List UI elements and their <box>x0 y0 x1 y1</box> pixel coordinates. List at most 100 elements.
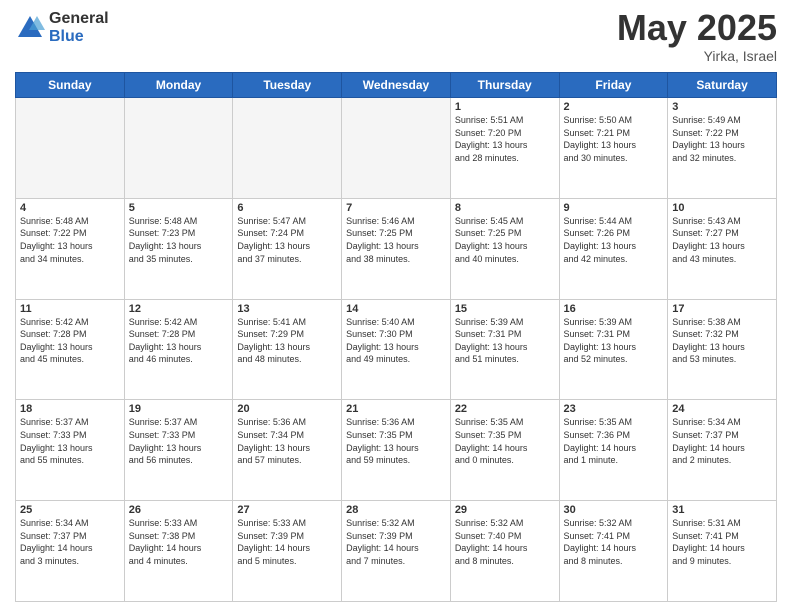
day-info: Sunrise: 5:45 AM Sunset: 7:25 PM Dayligh… <box>455 215 555 265</box>
day-number: 28 <box>346 504 446 516</box>
day-info: Sunrise: 5:34 AM Sunset: 7:37 PM Dayligh… <box>20 517 120 567</box>
calendar-cell: 18Sunrise: 5:37 AM Sunset: 7:33 PM Dayli… <box>16 400 125 501</box>
day-number: 17 <box>672 303 772 315</box>
day-number: 11 <box>20 303 120 315</box>
day-number: 20 <box>237 403 337 415</box>
calendar-week-row: 11Sunrise: 5:42 AM Sunset: 7:28 PM Dayli… <box>16 299 777 400</box>
calendar-cell <box>342 98 451 199</box>
calendar-cell: 2Sunrise: 5:50 AM Sunset: 7:21 PM Daylig… <box>559 98 668 199</box>
day-number: 25 <box>20 504 120 516</box>
day-number: 1 <box>455 101 555 113</box>
day-info: Sunrise: 5:47 AM Sunset: 7:24 PM Dayligh… <box>237 215 337 265</box>
day-header-sunday: Sunday <box>16 73 125 98</box>
calendar-header-row: SundayMondayTuesdayWednesdayThursdayFrid… <box>16 73 777 98</box>
day-number: 10 <box>672 202 772 214</box>
calendar-cell: 26Sunrise: 5:33 AM Sunset: 7:38 PM Dayli… <box>124 501 233 602</box>
day-info: Sunrise: 5:38 AM Sunset: 7:32 PM Dayligh… <box>672 316 772 366</box>
day-info: Sunrise: 5:44 AM Sunset: 7:26 PM Dayligh… <box>564 215 664 265</box>
calendar-cell <box>124 98 233 199</box>
day-number: 27 <box>237 504 337 516</box>
day-number: 7 <box>346 202 446 214</box>
day-number: 6 <box>237 202 337 214</box>
day-info: Sunrise: 5:48 AM Sunset: 7:22 PM Dayligh… <box>20 215 120 265</box>
day-number: 8 <box>455 202 555 214</box>
location: Yirka, Israel <box>617 48 777 64</box>
calendar-cell: 27Sunrise: 5:33 AM Sunset: 7:39 PM Dayli… <box>233 501 342 602</box>
logo-general-text: General <box>49 10 109 28</box>
day-info: Sunrise: 5:42 AM Sunset: 7:28 PM Dayligh… <box>20 316 120 366</box>
day-number: 15 <box>455 303 555 315</box>
day-info: Sunrise: 5:36 AM Sunset: 7:35 PM Dayligh… <box>346 416 446 466</box>
calendar-cell: 7Sunrise: 5:46 AM Sunset: 7:25 PM Daylig… <box>342 198 451 299</box>
calendar-cell: 29Sunrise: 5:32 AM Sunset: 7:40 PM Dayli… <box>450 501 559 602</box>
calendar-cell: 21Sunrise: 5:36 AM Sunset: 7:35 PM Dayli… <box>342 400 451 501</box>
calendar-week-row: 1Sunrise: 5:51 AM Sunset: 7:20 PM Daylig… <box>16 98 777 199</box>
logo-icon <box>15 13 45 43</box>
day-info: Sunrise: 5:42 AM Sunset: 7:28 PM Dayligh… <box>129 316 229 366</box>
day-header-saturday: Saturday <box>668 73 777 98</box>
day-number: 4 <box>20 202 120 214</box>
day-number: 9 <box>564 202 664 214</box>
calendar-week-row: 18Sunrise: 5:37 AM Sunset: 7:33 PM Dayli… <box>16 400 777 501</box>
calendar-cell: 5Sunrise: 5:48 AM Sunset: 7:23 PM Daylig… <box>124 198 233 299</box>
calendar-cell <box>16 98 125 199</box>
day-info: Sunrise: 5:33 AM Sunset: 7:39 PM Dayligh… <box>237 517 337 567</box>
day-info: Sunrise: 5:31 AM Sunset: 7:41 PM Dayligh… <box>672 517 772 567</box>
day-info: Sunrise: 5:32 AM Sunset: 7:40 PM Dayligh… <box>455 517 555 567</box>
day-number: 2 <box>564 101 664 113</box>
calendar-cell: 14Sunrise: 5:40 AM Sunset: 7:30 PM Dayli… <box>342 299 451 400</box>
day-number: 18 <box>20 403 120 415</box>
calendar-cell: 17Sunrise: 5:38 AM Sunset: 7:32 PM Dayli… <box>668 299 777 400</box>
logo-blue-text: Blue <box>49 28 109 46</box>
day-number: 16 <box>564 303 664 315</box>
day-info: Sunrise: 5:46 AM Sunset: 7:25 PM Dayligh… <box>346 215 446 265</box>
day-header-friday: Friday <box>559 73 668 98</box>
calendar-cell: 30Sunrise: 5:32 AM Sunset: 7:41 PM Dayli… <box>559 501 668 602</box>
day-number: 14 <box>346 303 446 315</box>
day-info: Sunrise: 5:37 AM Sunset: 7:33 PM Dayligh… <box>129 416 229 466</box>
day-header-tuesday: Tuesday <box>233 73 342 98</box>
day-number: 5 <box>129 202 229 214</box>
day-info: Sunrise: 5:37 AM Sunset: 7:33 PM Dayligh… <box>20 416 120 466</box>
day-info: Sunrise: 5:43 AM Sunset: 7:27 PM Dayligh… <box>672 215 772 265</box>
calendar-cell: 20Sunrise: 5:36 AM Sunset: 7:34 PM Dayli… <box>233 400 342 501</box>
day-info: Sunrise: 5:35 AM Sunset: 7:36 PM Dayligh… <box>564 416 664 466</box>
day-header-monday: Monday <box>124 73 233 98</box>
calendar-cell: 6Sunrise: 5:47 AM Sunset: 7:24 PM Daylig… <box>233 198 342 299</box>
calendar-cell: 25Sunrise: 5:34 AM Sunset: 7:37 PM Dayli… <box>16 501 125 602</box>
day-info: Sunrise: 5:50 AM Sunset: 7:21 PM Dayligh… <box>564 114 664 164</box>
day-info: Sunrise: 5:34 AM Sunset: 7:37 PM Dayligh… <box>672 416 772 466</box>
day-number: 24 <box>672 403 772 415</box>
day-info: Sunrise: 5:48 AM Sunset: 7:23 PM Dayligh… <box>129 215 229 265</box>
calendar-cell: 1Sunrise: 5:51 AM Sunset: 7:20 PM Daylig… <box>450 98 559 199</box>
page: General Blue May 2025 Yirka, Israel Sund… <box>0 0 792 612</box>
day-info: Sunrise: 5:39 AM Sunset: 7:31 PM Dayligh… <box>564 316 664 366</box>
day-number: 26 <box>129 504 229 516</box>
calendar-cell <box>233 98 342 199</box>
day-number: 22 <box>455 403 555 415</box>
calendar-cell: 11Sunrise: 5:42 AM Sunset: 7:28 PM Dayli… <box>16 299 125 400</box>
calendar-cell: 9Sunrise: 5:44 AM Sunset: 7:26 PM Daylig… <box>559 198 668 299</box>
day-number: 23 <box>564 403 664 415</box>
calendar-cell: 22Sunrise: 5:35 AM Sunset: 7:35 PM Dayli… <box>450 400 559 501</box>
header: General Blue May 2025 Yirka, Israel <box>15 10 777 64</box>
day-number: 30 <box>564 504 664 516</box>
day-info: Sunrise: 5:40 AM Sunset: 7:30 PM Dayligh… <box>346 316 446 366</box>
calendar-cell: 31Sunrise: 5:31 AM Sunset: 7:41 PM Dayli… <box>668 501 777 602</box>
calendar-cell: 24Sunrise: 5:34 AM Sunset: 7:37 PM Dayli… <box>668 400 777 501</box>
logo-text: General Blue <box>49 10 109 46</box>
calendar-cell: 23Sunrise: 5:35 AM Sunset: 7:36 PM Dayli… <box>559 400 668 501</box>
day-header-thursday: Thursday <box>450 73 559 98</box>
day-info: Sunrise: 5:36 AM Sunset: 7:34 PM Dayligh… <box>237 416 337 466</box>
day-info: Sunrise: 5:39 AM Sunset: 7:31 PM Dayligh… <box>455 316 555 366</box>
day-info: Sunrise: 5:49 AM Sunset: 7:22 PM Dayligh… <box>672 114 772 164</box>
month-title: May 2025 <box>617 10 777 46</box>
day-number: 21 <box>346 403 446 415</box>
day-number: 29 <box>455 504 555 516</box>
day-info: Sunrise: 5:41 AM Sunset: 7:29 PM Dayligh… <box>237 316 337 366</box>
day-number: 3 <box>672 101 772 113</box>
calendar-cell: 13Sunrise: 5:41 AM Sunset: 7:29 PM Dayli… <box>233 299 342 400</box>
calendar-cell: 3Sunrise: 5:49 AM Sunset: 7:22 PM Daylig… <box>668 98 777 199</box>
day-info: Sunrise: 5:33 AM Sunset: 7:38 PM Dayligh… <box>129 517 229 567</box>
calendar-cell: 16Sunrise: 5:39 AM Sunset: 7:31 PM Dayli… <box>559 299 668 400</box>
